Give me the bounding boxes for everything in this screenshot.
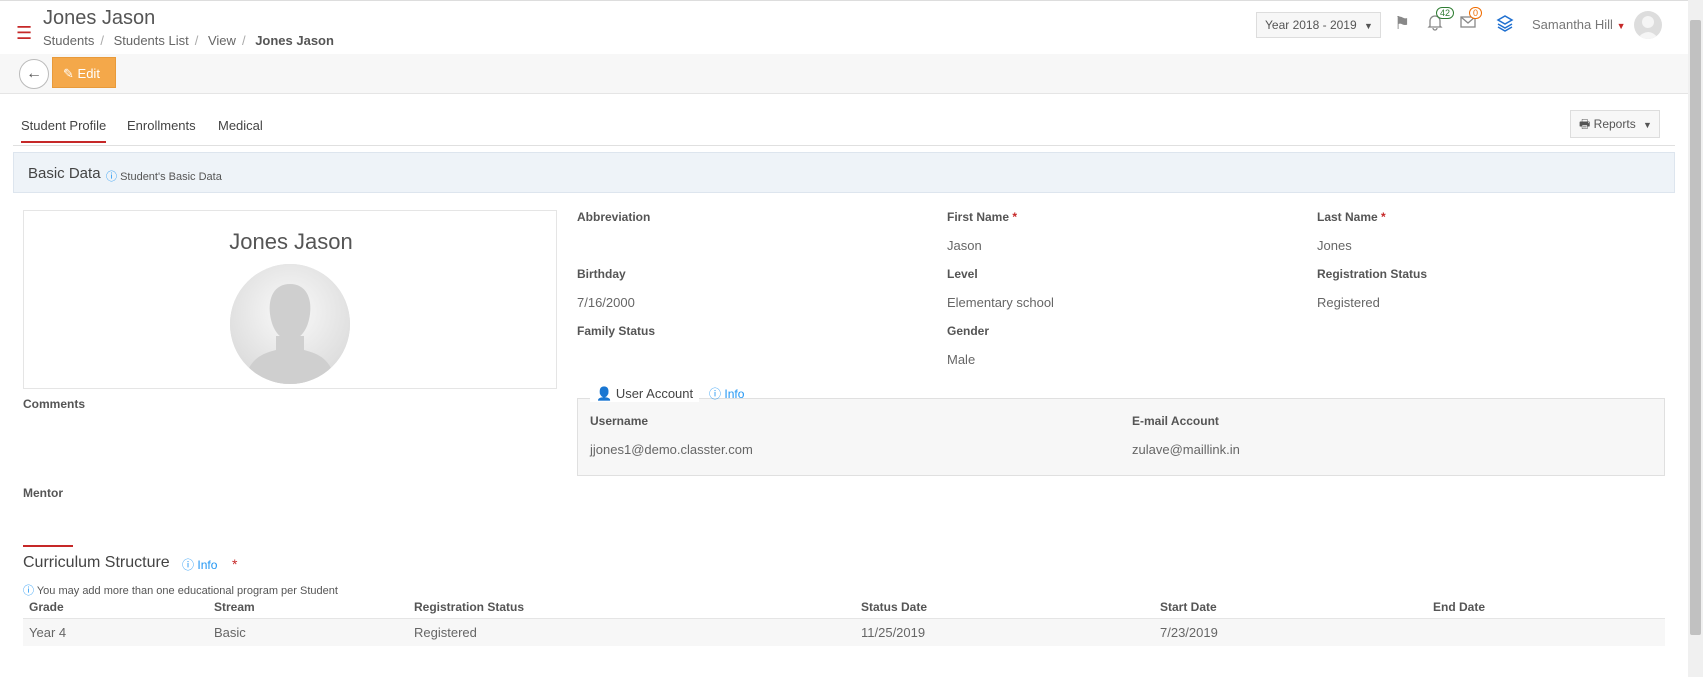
first-name-label-text: First Name (947, 210, 1010, 224)
basic-data-header: Basic Data ⓘ Student's Basic Data (13, 152, 1675, 193)
edit-user-icon: ✎ (63, 66, 74, 81)
info-icon: ⓘ (182, 558, 195, 572)
caret-down-icon: ▼ (1616, 21, 1626, 31)
tab-bar: Student Profile Enrollments Medical (13, 116, 1675, 146)
user-menu[interactable]: Samantha Hill ▼ (1532, 17, 1625, 32)
user-icon: 👤 (596, 386, 613, 401)
breadcrumb-current: Jones Jason (255, 33, 334, 48)
user-account-info-label: Info (724, 387, 745, 401)
caret-down-icon: ▼ (1363, 21, 1373, 31)
profile-photo (230, 264, 350, 384)
curriculum-hint-text: You may add more than one educational pr… (36, 585, 338, 597)
curriculum-info-label: Info (197, 558, 218, 572)
gender-value: Male (947, 352, 976, 367)
bell-icon[interactable]: 42 (1426, 7, 1455, 36)
column-header-grade: Grade (29, 600, 64, 614)
envelope-icon[interactable]: 0 (1459, 7, 1483, 36)
profile-card: Jones Jason (23, 210, 557, 389)
curriculum-title: Curriculum Structure (23, 554, 170, 571)
user-account-legend: 👤 User Account (590, 386, 700, 402)
menu-icon[interactable]: ☰ (16, 23, 32, 44)
tab-medical[interactable]: Medical (218, 118, 263, 133)
tab-enrollments[interactable]: Enrollments (127, 118, 196, 133)
first-name-value: Jason (947, 238, 982, 253)
user-account-title: User Account (615, 386, 694, 401)
cell-grade: Year 4 (29, 625, 67, 640)
year-select-value: Year 2018 - 2019 (1265, 18, 1357, 32)
action-toolbar: ← ✎ Edit (0, 54, 1688, 94)
last-name-label: Last Name * (1317, 210, 1386, 224)
birthday-value: 7/16/2000 (577, 295, 635, 310)
breadcrumb-students-list[interactable]: Students List (114, 33, 189, 48)
top-bar: ☰ Jones Jason Students / Students List / V… (0, 0, 1688, 54)
column-header-status-date: Status Date (861, 600, 928, 614)
info-icon: ⓘ (709, 387, 722, 401)
curriculum-info-link[interactable]: ⓘ Info (182, 556, 217, 573)
user-account-panel: Username jjones1@demo.classter.com E-mai… (577, 398, 1665, 476)
edit-button[interactable]: ✎ Edit (52, 57, 116, 88)
reports-label: Reports (1593, 117, 1636, 131)
caret-down-icon: ▼ (1643, 120, 1652, 130)
curriculum-hint: ⓘ You may add more than one educational … (23, 582, 338, 598)
level-label: Level (947, 267, 978, 281)
abbreviation-label: Abbreviation (577, 210, 651, 224)
vertical-scrollbar[interactable] (1688, 0, 1703, 677)
messages-badge: 0 (1469, 7, 1483, 19)
info-icon: ⓘ (23, 585, 34, 597)
column-header-registration-status: Registration Status (414, 600, 525, 614)
section-accent-rule (23, 545, 73, 547)
email-value: zulave@maillink.in (1132, 442, 1240, 457)
breadcrumb: Students / Students List / View / Jones Jas… (43, 33, 334, 48)
notifications-badge: 42 (1436, 7, 1455, 19)
user-account-info-link[interactable]: ⓘ Info (709, 385, 744, 402)
comments-label: Comments (23, 397, 86, 411)
column-header-start-date: Start Date (1160, 600, 1217, 614)
section-subtitle-text: Student's Basic Data (120, 171, 222, 183)
registration-status-label: Registration Status (1317, 267, 1428, 281)
cell-start-date: 7/23/2019 (1160, 625, 1218, 640)
column-header-end-date: End Date (1433, 600, 1486, 614)
profile-name: Jones Jason (229, 229, 353, 254)
cell-status-date: 11/25/2019 (861, 625, 926, 640)
column-header-stream: Stream (214, 600, 255, 614)
required-asterisk: * (232, 556, 238, 572)
avatar[interactable] (1634, 11, 1662, 39)
user-name: Samantha Hill (1532, 17, 1613, 32)
gender-label: Gender (947, 324, 990, 338)
breadcrumb-students[interactable]: Students (43, 33, 94, 48)
reports-button[interactable]: 🖶 Reports ▼ (1570, 110, 1660, 138)
email-label: E-mail Account (1132, 414, 1219, 428)
cell-stream: Basic (214, 625, 246, 640)
section-title: Basic Data (28, 165, 101, 182)
birthday-label: Birthday (577, 267, 626, 281)
edit-button-label: Edit (77, 66, 100, 81)
last-name-value: Jones (1317, 238, 1352, 253)
registration-status-value: Registered (1317, 295, 1380, 310)
tab-student-profile[interactable]: Student Profile (21, 118, 107, 143)
username-label: Username (590, 414, 649, 428)
last-name-label-text: Last Name (1317, 210, 1378, 224)
first-name-label: First Name * (947, 210, 1018, 224)
level-value: Elementary school (947, 295, 1054, 310)
breadcrumb-view[interactable]: View (208, 33, 236, 48)
page-title: Jones Jason (43, 7, 156, 29)
printer-icon: 🖶 (1579, 117, 1591, 131)
mentor-label: Mentor (23, 486, 63, 500)
table-row[interactable] (23, 618, 1665, 646)
info-icon: ⓘ (106, 171, 117, 183)
layers-icon[interactable] (1495, 13, 1515, 38)
arrow-left-icon: ← (26, 65, 42, 82)
username-value: jjones1@demo.classter.com (590, 442, 753, 457)
section-subtitle: ⓘ Student's Basic Data (106, 168, 222, 184)
cell-registration-status: Registered (414, 625, 477, 640)
back-button[interactable]: ← (19, 59, 49, 89)
year-select[interactable]: Year 2018 - 2019 ▼ (1256, 12, 1381, 38)
flag-icon[interactable]: ⚑ (1394, 13, 1410, 34)
family-status-label: Family Status (577, 324, 656, 338)
scrollbar-thumb[interactable] (1690, 20, 1701, 635)
